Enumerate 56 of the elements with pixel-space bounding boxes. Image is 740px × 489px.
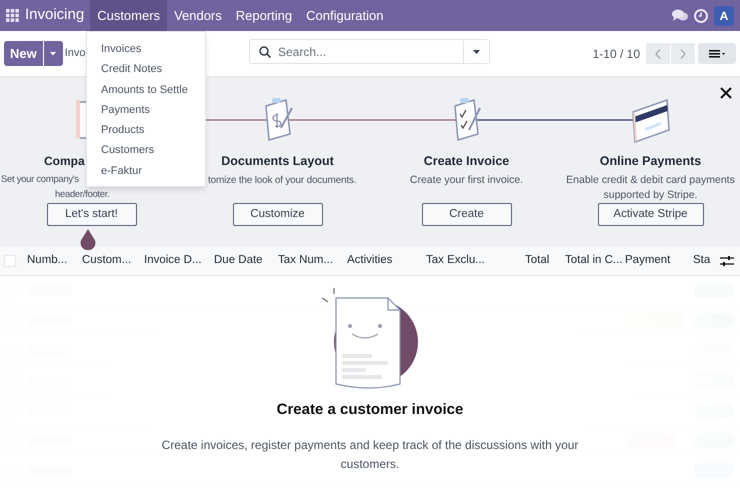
- step-button[interactable]: Activate Stripe: [598, 203, 704, 226]
- close-icon[interactable]: [720, 87, 732, 99]
- dropdown-item[interactable]: Invoices: [87, 39, 205, 60]
- column-header[interactable]: Total in C...: [565, 252, 625, 270]
- select-all-checkbox[interactable]: [4, 255, 16, 267]
- step-button[interactable]: Customize: [232, 203, 322, 226]
- pager-text: 1-10 / 10: [592, 46, 640, 62]
- caret-icon: [50, 52, 56, 56]
- step-button[interactable]: Let's start!: [46, 203, 136, 226]
- column-header[interactable]: Payment: [625, 252, 693, 270]
- column-header[interactable]: Due Date: [214, 252, 278, 270]
- menu-item[interactable]: Customers: [90, 0, 168, 31]
- column-header[interactable]: Activities: [347, 252, 426, 270]
- dropdown-item[interactable]: Credit Notes: [87, 59, 205, 80]
- step-description: Create your first invoice.: [410, 172, 524, 188]
- new-button[interactable]: New: [4, 41, 43, 66]
- search-field[interactable]: Search...: [278, 42, 463, 60]
- chevron-right-icon: [680, 48, 686, 58]
- clock-icon[interactable]: [694, 8, 708, 22]
- step-description: tomize the look of your documents.: [208, 174, 356, 188]
- step-title: Compa: [44, 153, 85, 170]
- user-avatar[interactable]: A: [714, 6, 734, 26]
- column-header[interactable]: Invoice D...: [144, 252, 214, 270]
- chevron-left-icon: [655, 48, 661, 58]
- step-title: Documents Layout: [221, 153, 334, 170]
- chat-icon[interactable]: [672, 9, 688, 22]
- column-header[interactable]: Sta: [693, 252, 720, 270]
- search-icon: [259, 46, 271, 58]
- column-header[interactable]: Tax Exclu...: [426, 252, 525, 270]
- dropdown-item[interactable]: Amounts to Settle: [87, 80, 205, 100]
- caret-icon[interactable]: [473, 50, 480, 54]
- menu-item[interactable]: Vendors: [167, 0, 229, 31]
- search-bar[interactable]: Search...: [249, 39, 490, 64]
- dropdown-item[interactable]: Customers: [87, 140, 205, 161]
- column-header[interactable]: Total: [525, 252, 565, 270]
- column-header[interactable]: Tax Num...: [278, 252, 347, 270]
- breadcrumb: Invo: [64, 46, 86, 62]
- column-header[interactable]: Custom...: [82, 252, 144, 270]
- column-settings-icon[interactable]: [720, 255, 734, 267]
- credit-card-icon: [630, 98, 670, 144]
- empty-state-text: Create invoices, register payments and keep track of the discussions with your customers.: [160, 436, 580, 472]
- step-button[interactable]: Create: [422, 203, 512, 226]
- menu-item[interactable]: Reporting: [228, 0, 300, 31]
- step-title: Create Invoice: [424, 153, 510, 170]
- dropdown-item[interactable]: Payments: [87, 100, 205, 120]
- list-view-icon: [709, 50, 725, 58]
- dropdown-item[interactable]: Products: [87, 120, 205, 140]
- column-header[interactable]: Numb...: [27, 252, 82, 270]
- apps-grid-icon[interactable]: [6, 9, 19, 22]
- new-dropdown-button[interactable]: [44, 41, 63, 66]
- app-title[interactable]: Invoicing: [25, 4, 84, 27]
- view-switcher-button[interactable]: [698, 43, 736, 64]
- empty-state-title: Create a customer invoice: [276, 400, 464, 420]
- menu-item[interactable]: Configuration: [299, 0, 390, 31]
- step-description: Enable credit & debit card payments supported by Stripe.: [566, 172, 735, 203]
- step-title: Online Payments: [600, 153, 702, 170]
